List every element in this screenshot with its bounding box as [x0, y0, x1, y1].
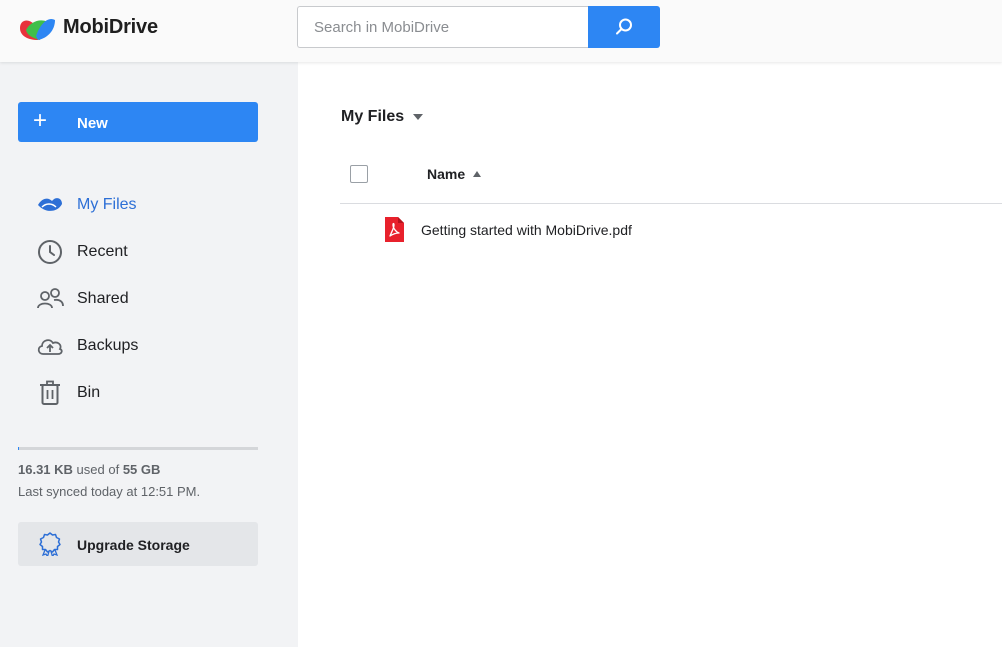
storage-used-value: 16.31 KB [18, 462, 73, 477]
sidebar-item-label: Backups [77, 337, 139, 354]
badge-icon [39, 532, 61, 556]
column-header-name[interactable]: Name [427, 166, 482, 182]
app-name: MobiDrive [63, 15, 158, 38]
new-button[interactable]: + New [18, 102, 258, 142]
sidebar-item-backups[interactable]: Backups [18, 322, 258, 369]
main-content: My Files Name Getting started with MobiD… [298, 62, 1002, 647]
sidebar-item-bin[interactable]: Bin [18, 369, 258, 416]
sidebar: + New My Files Recent Shared Backups Bin… [0, 62, 298, 647]
mobidrive-logo-icon [20, 18, 55, 40]
table-header-divider [340, 203, 1002, 204]
clock-icon [36, 238, 64, 266]
sidebar-nav: My Files Recent Shared Backups Bin [18, 181, 258, 416]
breadcrumb[interactable]: My Files [341, 108, 424, 126]
last-synced-text: Last synced today at 12:51 PM. [18, 484, 201, 499]
sidebar-item-shared[interactable]: Shared [18, 275, 258, 322]
sidebar-item-label: Bin [77, 384, 101, 401]
caret-down-icon [413, 114, 424, 120]
sidebar-item-my-files[interactable]: My Files [18, 181, 258, 228]
storage-progress-fill [18, 447, 20, 450]
trash-icon [36, 379, 64, 407]
app-logo[interactable]: MobiDrive [18, 14, 158, 40]
plus-icon: + [33, 107, 48, 134]
column-header-label: Name [427, 166, 466, 182]
storage-total-value: 55 GB [122, 462, 161, 477]
sidebar-item-recent[interactable]: Recent [18, 228, 258, 275]
sidebar-item-label: Shared [77, 290, 129, 307]
upgrade-storage-label: Upgrade Storage [77, 537, 190, 553]
search-icon [616, 18, 632, 35]
pdf-icon [385, 217, 404, 242]
storage-usage-text: 16.31 KB used of 55 GB [18, 462, 160, 477]
file-name: Getting started with MobiDrive.pdf [421, 222, 632, 238]
storage-used-of-label: used of [76, 462, 120, 477]
cloud-upload-icon [36, 332, 64, 360]
storage-progress-bar [18, 447, 258, 450]
sidebar-item-label: Recent [77, 243, 128, 260]
people-icon [36, 285, 64, 313]
search-input[interactable] [297, 6, 589, 48]
sort-ascending-icon [473, 171, 482, 177]
my-files-icon [36, 191, 64, 219]
select-all-checkbox[interactable] [350, 165, 368, 183]
top-header: MobiDrive [0, 0, 1002, 62]
search-button[interactable] [588, 6, 660, 48]
table-row[interactable]: Getting started with MobiDrive.pdf [340, 210, 1002, 250]
upgrade-storage-button[interactable]: Upgrade Storage [18, 522, 258, 566]
breadcrumb-label: My Files [341, 108, 405, 125]
sidebar-item-label: My Files [77, 196, 137, 213]
new-button-label: New [77, 115, 108, 132]
